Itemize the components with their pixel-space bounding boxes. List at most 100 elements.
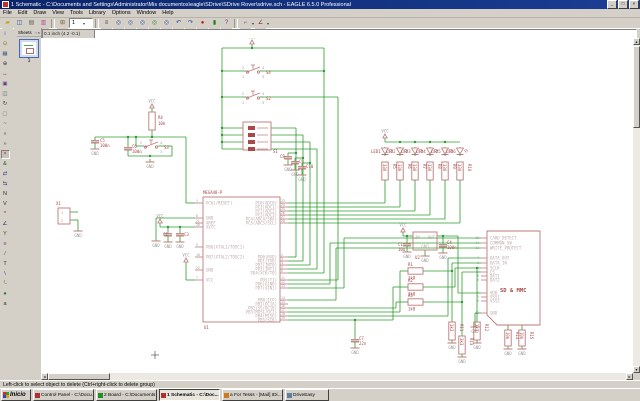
rotate-tool[interactable]: ↻ — [1, 100, 10, 109]
menu-file[interactable]: File — [0, 10, 15, 16]
taskbar-item-2[interactable]: 2 Board - C:\Documents ... — [96, 389, 157, 401]
wire-tool[interactable]: / — [1, 250, 10, 259]
zoom-redraw-icon[interactable]: ◎ — [149, 18, 160, 29]
led-symbol[interactable] — [457, 148, 464, 154]
redo-icon[interactable]: ↷ — [185, 18, 196, 29]
horizontal-scrollbar[interactable]: ◂▸ — [41, 373, 633, 380]
menu-options[interactable]: Options — [109, 10, 134, 16]
taskbar-item-4[interactable]: a For Tesss - [Mail] IDi... — [222, 389, 283, 401]
mark-tool[interactable]: ⊕ — [1, 60, 10, 69]
delete-tool[interactable]: × — [1, 150, 10, 159]
gnd-label: GND — [473, 345, 481, 350]
minimize-button[interactable]: _ — [607, 0, 617, 9]
copy-tool[interactable]: ▣ — [1, 80, 10, 89]
cut-tool[interactable]: « — [1, 130, 10, 139]
value-tool[interactable]: V — [1, 200, 10, 209]
zoom-out-icon[interactable]: ◎ — [137, 18, 148, 29]
replace-tool[interactable]: ⇆ — [1, 180, 10, 189]
resistor[interactable] — [149, 112, 155, 130]
chevron-down-icon[interactable]: ▾ — [267, 21, 269, 26]
net-tool[interactable]: └ — [1, 280, 10, 289]
pin-header[interactable] — [58, 208, 70, 224]
print-icon[interactable]: ▤ — [26, 18, 37, 29]
schematic-text: 4 — [160, 141, 162, 145]
maximize-button[interactable]: □ — [618, 0, 628, 9]
split-tool[interactable]: Y — [1, 230, 10, 239]
taskbar-item-1[interactable]: Control Panel - C:\Docu... — [33, 389, 94, 401]
dip-switch[interactable] — [243, 122, 271, 150]
resistor-value: 3k3 — [474, 324, 479, 332]
resistor[interactable] — [408, 299, 423, 305]
pinswap-tool[interactable]: ⇄ — [1, 170, 10, 179]
change-tool[interactable]: ~ — [1, 120, 10, 129]
name-tool[interactable]: N — [1, 190, 10, 199]
export-image-icon[interactable]: ▥ — [38, 18, 49, 29]
show-tool[interactable]: ⊙ — [1, 40, 10, 49]
wire-bend-style-icon[interactable]: ⌐ — [240, 18, 251, 29]
sheet-thumbnail[interactable] — [19, 39, 39, 58]
info-tool[interactable]: i — [1, 30, 10, 39]
zoom-in-icon[interactable]: ◎ — [125, 18, 136, 29]
scroll-up-button[interactable]: ▴ — [633, 38, 640, 45]
taskbar-item-3[interactable]: 1 Schematic - C:\Doc... — [159, 389, 220, 401]
horizontal-scroll-thumb[interactable] — [48, 373, 110, 380]
stop-icon[interactable]: ● — [197, 18, 208, 29]
dip-slider[interactable] — [248, 126, 255, 130]
scroll-right-button[interactable]: ▸ — [626, 373, 633, 380]
junction-tool[interactable]: ● — [1, 290, 10, 299]
pin-name: WRITE_PROTECT — [490, 245, 522, 250]
invoke-tool[interactable]: ≡ — [1, 240, 10, 249]
junction-dot — [221, 141, 223, 143]
resistor[interactable] — [408, 268, 423, 274]
close-button[interactable]: × — [629, 0, 639, 9]
resistor[interactable] — [408, 284, 423, 290]
mirror-tool[interactable]: ◫ — [1, 90, 10, 99]
close-icon[interactable]: × — [38, 30, 41, 35]
sheet-selector[interactable]: 1▾ — [69, 18, 93, 28]
taskbar-item-5[interactable]: DriveEasy — [285, 389, 329, 401]
menu-draw[interactable]: Draw — [30, 10, 49, 16]
menu-library[interactable]: Library — [86, 10, 109, 16]
smash-tool[interactable]: * — [1, 210, 10, 219]
vcc-label: VCC — [381, 129, 389, 134]
use-library-icon[interactable]: ⊞ — [57, 18, 68, 29]
zoom-select-icon[interactable]: ◎ — [161, 18, 172, 29]
add-tool[interactable]: & — [1, 160, 10, 169]
start-button[interactable]: Inicio — [1, 389, 31, 401]
miter-tool[interactable]: ∠ — [1, 220, 10, 229]
menu-bar: FileEditDrawViewToolsLibraryOptionsWindo… — [0, 9, 640, 18]
mitre-style-icon[interactable]: ∠ — [255, 18, 266, 29]
script-icon[interactable]: ≡ — [101, 18, 112, 29]
chevron-down-icon[interactable]: ▾ — [252, 21, 254, 26]
menu-help[interactable]: Help — [159, 10, 176, 16]
menu-view[interactable]: View — [49, 10, 67, 16]
display-tool[interactable]: ▦ — [1, 50, 10, 59]
group-tool[interactable]: ▢ — [1, 110, 10, 119]
schematic-text: 1 — [140, 150, 142, 154]
menu-window[interactable]: Window — [134, 10, 160, 16]
schematic-canvas[interactable]: GNDGNDGNDGNDGNDGNDGNDGNDGNDGNDGNDGNDGNDG… — [41, 38, 633, 373]
scroll-left-button[interactable]: ◂ — [41, 373, 48, 380]
go-icon[interactable]: ▮ — [209, 18, 220, 29]
vertical-scrollbar[interactable]: ▴▾ — [633, 38, 640, 373]
dip-slider[interactable] — [248, 147, 255, 151]
dip-slider[interactable] — [248, 140, 255, 144]
scroll-down-button[interactable]: ▾ — [633, 366, 640, 373]
vertical-scroll-thumb[interactable] — [633, 46, 640, 128]
header-name: X1 — [56, 201, 61, 206]
dip-slider[interactable] — [248, 133, 255, 137]
save-icon[interactable]: ◫ — [14, 18, 25, 29]
text-tool[interactable]: T — [1, 260, 10, 269]
zoom-fit-icon[interactable]: ◎ — [113, 18, 124, 29]
label-tool[interactable]: a — [1, 300, 10, 309]
undo-icon[interactable]: ↶ — [173, 18, 184, 29]
move-tool[interactable]: ↔ — [1, 70, 10, 79]
menu-tools[interactable]: Tools — [67, 10, 86, 16]
open-icon[interactable]: ▰ — [2, 18, 13, 29]
gnd-label: GND — [74, 233, 82, 238]
help-icon[interactable]: ? — [221, 18, 232, 29]
capacitor-name: C10 — [306, 164, 314, 169]
menu-edit[interactable]: Edit — [15, 10, 30, 16]
bus-tool[interactable]: \ — [1, 270, 10, 279]
paste-tool[interactable]: » — [1, 140, 10, 149]
